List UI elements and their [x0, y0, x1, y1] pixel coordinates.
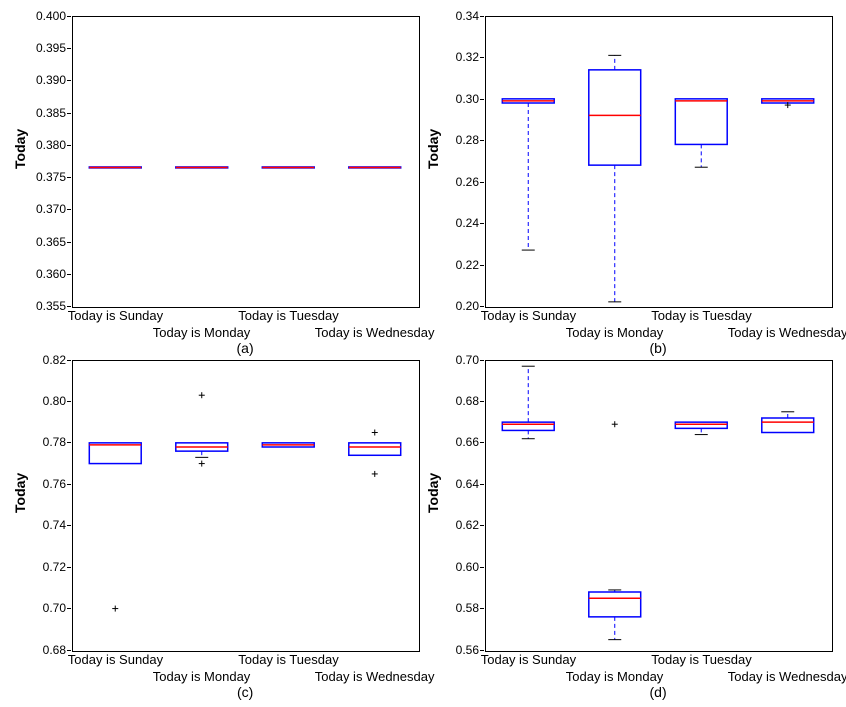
- y-tick-label: 0.58: [423, 601, 479, 615]
- subplot-label: (d): [650, 684, 667, 700]
- x-tick-label: Today is Monday: [153, 325, 251, 340]
- y-tick-label: 0.28: [423, 133, 479, 147]
- y-tick-label: 0.24: [423, 216, 479, 230]
- box: [675, 99, 727, 145]
- y-tick-label: 0.400: [10, 9, 66, 23]
- y-tick-label: 0.390: [10, 73, 66, 87]
- subplot-label: (c): [237, 684, 253, 700]
- y-axis-label: Today: [12, 493, 28, 513]
- y-tick-label: 0.68: [10, 643, 66, 657]
- y-tick-label: 0.380: [10, 138, 66, 152]
- y-tick-label: 0.355: [10, 299, 66, 313]
- boxplot-svg: [72, 360, 418, 650]
- y-tick-label: 0.76: [10, 477, 66, 491]
- x-tick-label: Today is Wednesday: [728, 669, 846, 684]
- box: [502, 422, 554, 430]
- y-tick-label: 0.80: [10, 394, 66, 408]
- y-tick-label: 0.20: [423, 299, 479, 313]
- subplot-a: Today 0.355 0.360 0.365 0.370 0.375 0.380 0.385…: [10, 10, 423, 354]
- box: [589, 592, 641, 617]
- x-tick-label: Today is Sunday: [481, 652, 576, 667]
- y-tick-label: 0.34: [423, 9, 479, 23]
- x-tick-label: Today is Monday: [566, 669, 664, 684]
- y-axis-label: Today: [425, 493, 441, 513]
- box: [589, 70, 641, 165]
- y-tick-label: 0.68: [423, 394, 479, 408]
- box: [349, 442, 401, 454]
- y-tick-label: 0.26: [423, 175, 479, 189]
- y-tick-label: 0.360: [10, 267, 66, 281]
- y-tick-label: 0.60: [423, 560, 479, 574]
- y-axis-label: Today: [425, 149, 441, 169]
- y-tick-label: 0.365: [10, 235, 66, 249]
- subplot-c: Today 0.68 0.70 0.72 0.74 0.76 0.78 0.80 0.82 Tod…: [10, 354, 423, 698]
- y-tick-label: 0.78: [10, 435, 66, 449]
- x-tick-label: Today is Wednesday: [728, 325, 846, 340]
- x-tick-label: Today is Tuesday: [238, 308, 338, 323]
- y-tick-label: 0.66: [423, 435, 479, 449]
- y-tick-label: 0.370: [10, 202, 66, 216]
- y-tick-label: 0.82: [10, 353, 66, 367]
- y-tick-label: 0.56: [423, 643, 479, 657]
- box: [675, 422, 727, 428]
- y-tick-label: 0.62: [423, 518, 479, 532]
- y-tick-label: 0.70: [10, 601, 66, 615]
- y-axis-label: Today: [12, 149, 28, 169]
- y-tick-label: 0.30: [423, 92, 479, 106]
- x-tick-label: Today is Tuesday: [238, 652, 338, 667]
- subplot-d: Today 0.56 0.58 0.60 0.62 0.64 0.66 0.68 0.70 Tod…: [423, 354, 836, 698]
- y-tick-label: 0.395: [10, 41, 66, 55]
- x-tick-label: Today is Monday: [566, 325, 664, 340]
- y-tick-label: 0.32: [423, 50, 479, 64]
- x-tick-label: Today is Sunday: [68, 652, 163, 667]
- subplot-b: Today 0.20 0.22 0.24 0.26 0.28 0.30 0.32 0.34 Tod…: [423, 10, 836, 354]
- y-tick-label: 0.72: [10, 560, 66, 574]
- x-tick-label: Today is Wednesday: [315, 325, 435, 340]
- x-tick-label: Today is Wednesday: [315, 669, 435, 684]
- x-tick-label: Today is Sunday: [68, 308, 163, 323]
- x-tick-label: Today is Sunday: [481, 308, 576, 323]
- boxplot-svg: [485, 360, 831, 650]
- y-tick-label: 0.385: [10, 106, 66, 120]
- box: [89, 442, 141, 463]
- x-tick-label: Today is Tuesday: [651, 308, 751, 323]
- x-tick-label: Today is Monday: [153, 669, 251, 684]
- y-tick-label: 0.74: [10, 518, 66, 532]
- boxplot-svg: [72, 16, 418, 306]
- boxplot-svg: [485, 16, 831, 306]
- y-tick-label: 0.375: [10, 170, 66, 184]
- y-tick-label: 0.22: [423, 258, 479, 272]
- figure-grid: Today 0.355 0.360 0.365 0.370 0.375 0.380 0.385…: [10, 10, 836, 697]
- box: [762, 418, 814, 433]
- y-tick-label: 0.64: [423, 477, 479, 491]
- x-tick-label: Today is Tuesday: [651, 652, 751, 667]
- y-tick-label: 0.70: [423, 353, 479, 367]
